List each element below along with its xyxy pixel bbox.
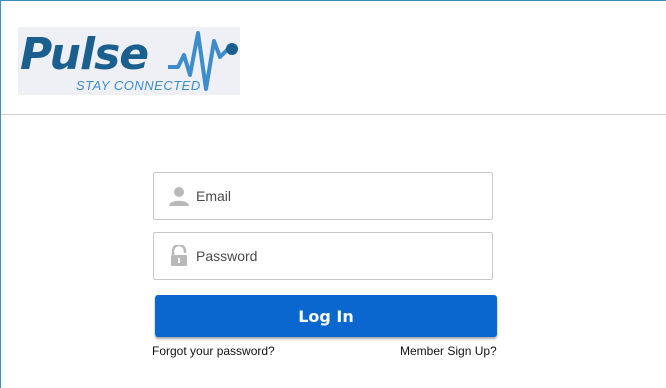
forgot-password-link[interactable]: Forgot your password? xyxy=(152,344,275,358)
pulse-logo[interactable]: Pulse STAY CONNECTED xyxy=(18,27,240,95)
user-icon xyxy=(169,187,189,206)
member-signup-link[interactable]: Member Sign Up? xyxy=(400,344,497,358)
logo-wordmark: Pulse xyxy=(20,29,149,80)
password-input[interactable] xyxy=(196,233,486,279)
email-input[interactable] xyxy=(196,173,486,219)
lock-icon xyxy=(171,245,187,266)
email-field[interactable] xyxy=(153,172,493,220)
password-field[interactable] xyxy=(153,232,493,280)
header: Pulse STAY CONNECTED xyxy=(1,1,666,115)
page-frame: Pulse STAY CONNECTED Log In Forgot your … xyxy=(0,0,666,388)
heartbeat-icon xyxy=(168,31,238,91)
login-button[interactable]: Log In xyxy=(155,295,497,337)
